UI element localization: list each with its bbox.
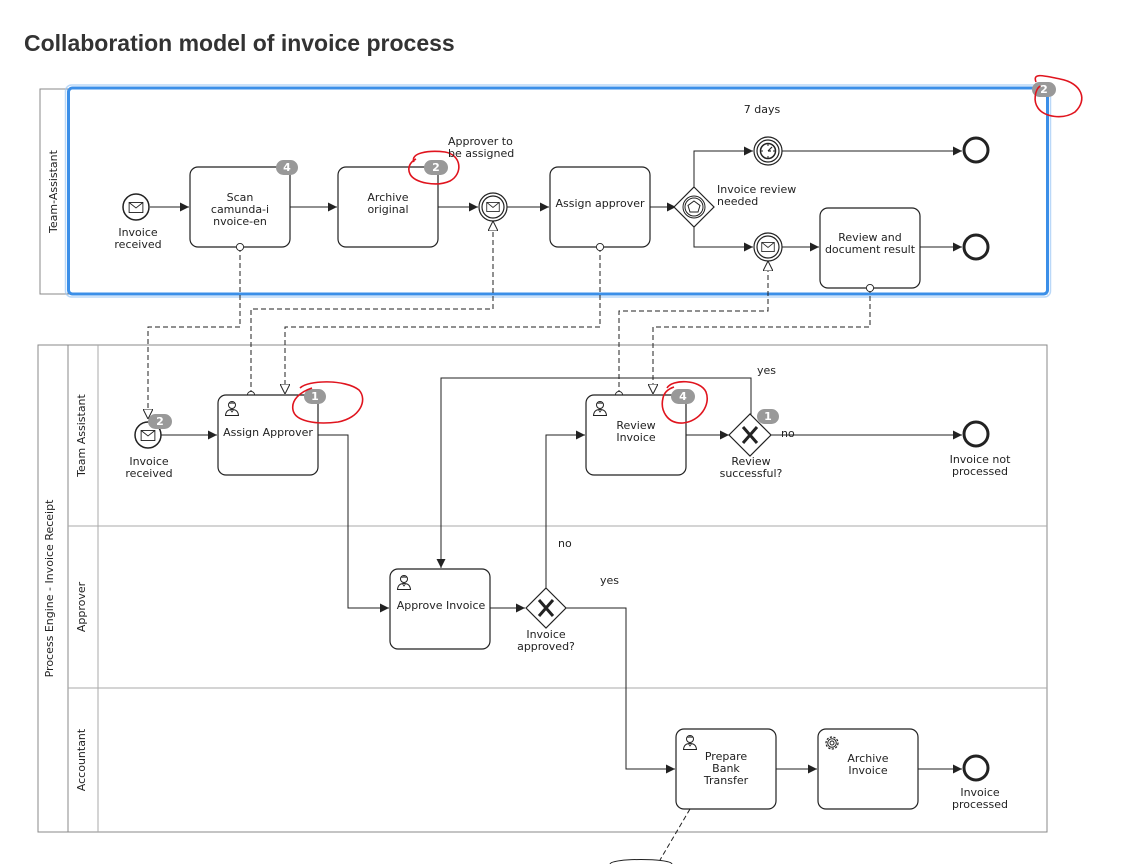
svg-text:Assign Approver: Assign Approver xyxy=(223,426,313,439)
flow-label-yes: yes xyxy=(600,574,619,587)
end-event-not-processed-label: Invoice not processed xyxy=(950,453,1012,478)
svg-text:1: 1 xyxy=(311,390,319,403)
gateway-approved-label: Invoice approved? xyxy=(517,628,575,653)
end-event-processed-label: Invoice processed xyxy=(952,786,1008,811)
task-review-invoice-badge: 4 xyxy=(671,389,695,404)
gateway-invoice-approved[interactable] xyxy=(525,587,567,629)
task-review-invoice[interactable]: Review Invoice xyxy=(585,394,687,476)
flow-label-no-right: no xyxy=(781,427,795,440)
end-event-invoice-not-processed[interactable] xyxy=(962,420,990,448)
start-event-invoice-received[interactable] xyxy=(122,193,150,221)
task-prepare-bank-transfer[interactable]: Prepare Bank Transfer xyxy=(675,728,777,810)
lane-team-assistant-label: Team Assistant xyxy=(75,393,88,477)
annotation-approver-to-be-assigned: Approver to be assigned xyxy=(448,135,514,160)
task-archive-badge: 2 xyxy=(424,160,448,175)
task-approve-invoice[interactable]: Approve Invoice xyxy=(389,568,491,650)
gateway-label: Invoice review needed xyxy=(717,183,796,208)
message-catch-event[interactable] xyxy=(478,192,508,222)
task-assign-approver-badge: 1 xyxy=(304,389,326,404)
svg-text:4: 4 xyxy=(679,390,687,403)
svg-text:Archiveoriginal: Archive original xyxy=(367,191,408,216)
pool-team-assistant-label: Team-Assistant xyxy=(47,149,60,234)
svg-text:1: 1 xyxy=(764,410,772,423)
svg-text:ArchiveInvoice: Archive Invoice xyxy=(847,752,888,777)
svg-text:2: 2 xyxy=(156,415,164,428)
svg-text:2: 2 xyxy=(1040,83,1048,96)
svg-text:Assign approver: Assign approver xyxy=(555,197,644,210)
lane-approver-label: Approver xyxy=(75,581,88,632)
task-scan-invoice[interactable]: Scan camunda-i nvoice-en xyxy=(189,166,291,248)
timer-icon xyxy=(759,142,777,160)
start-event-label: Invoice received xyxy=(125,455,172,480)
end-event-reviewed[interactable] xyxy=(962,233,990,261)
envelope-icon xyxy=(140,430,156,441)
timer-event[interactable] xyxy=(753,136,783,166)
gear-icon xyxy=(825,736,839,750)
envelope-icon xyxy=(761,242,775,252)
task-review-document-result[interactable]: Review and document result xyxy=(819,207,921,289)
gateway-review-badge: 1 xyxy=(757,409,779,424)
timer-label: 7 days xyxy=(744,103,781,116)
lane-accountant-label: Accountant xyxy=(75,728,88,791)
start-event-label: Invoice received xyxy=(114,226,161,251)
task-assign-approver[interactable]: Assign approver xyxy=(549,166,651,248)
svg-text:Approve Invoice: Approve Invoice xyxy=(397,599,486,612)
flow-label-no: no xyxy=(558,537,572,550)
task-archive-original[interactable]: Archive original xyxy=(337,166,439,248)
task-archive-invoice[interactable]: Archive Invoice xyxy=(817,728,919,810)
envelope-icon xyxy=(486,202,500,212)
svg-text:ReviewInvoice: Review Invoice xyxy=(616,419,656,444)
pool-process-engine-label: Process Engine - Invoice Receipt xyxy=(43,499,56,677)
svg-text:2: 2 xyxy=(432,161,440,174)
data-store-partial xyxy=(609,859,673,864)
task-assign-approver-user[interactable]: Assign Approver xyxy=(217,394,319,476)
message-catch-event-review[interactable] xyxy=(753,232,783,262)
end-event-timeout[interactable] xyxy=(962,136,990,164)
gateway-review-label: Review successful? xyxy=(720,455,783,480)
end-event-invoice-processed[interactable] xyxy=(962,754,990,782)
envelope-icon xyxy=(128,202,144,213)
task-scan-badge: 4 xyxy=(276,160,298,175)
svg-text:4: 4 xyxy=(283,161,291,174)
start-event-badge: 2 xyxy=(148,414,172,429)
flow-label-yes-loop: yes xyxy=(757,364,776,377)
event-based-gateway[interactable] xyxy=(673,186,715,228)
